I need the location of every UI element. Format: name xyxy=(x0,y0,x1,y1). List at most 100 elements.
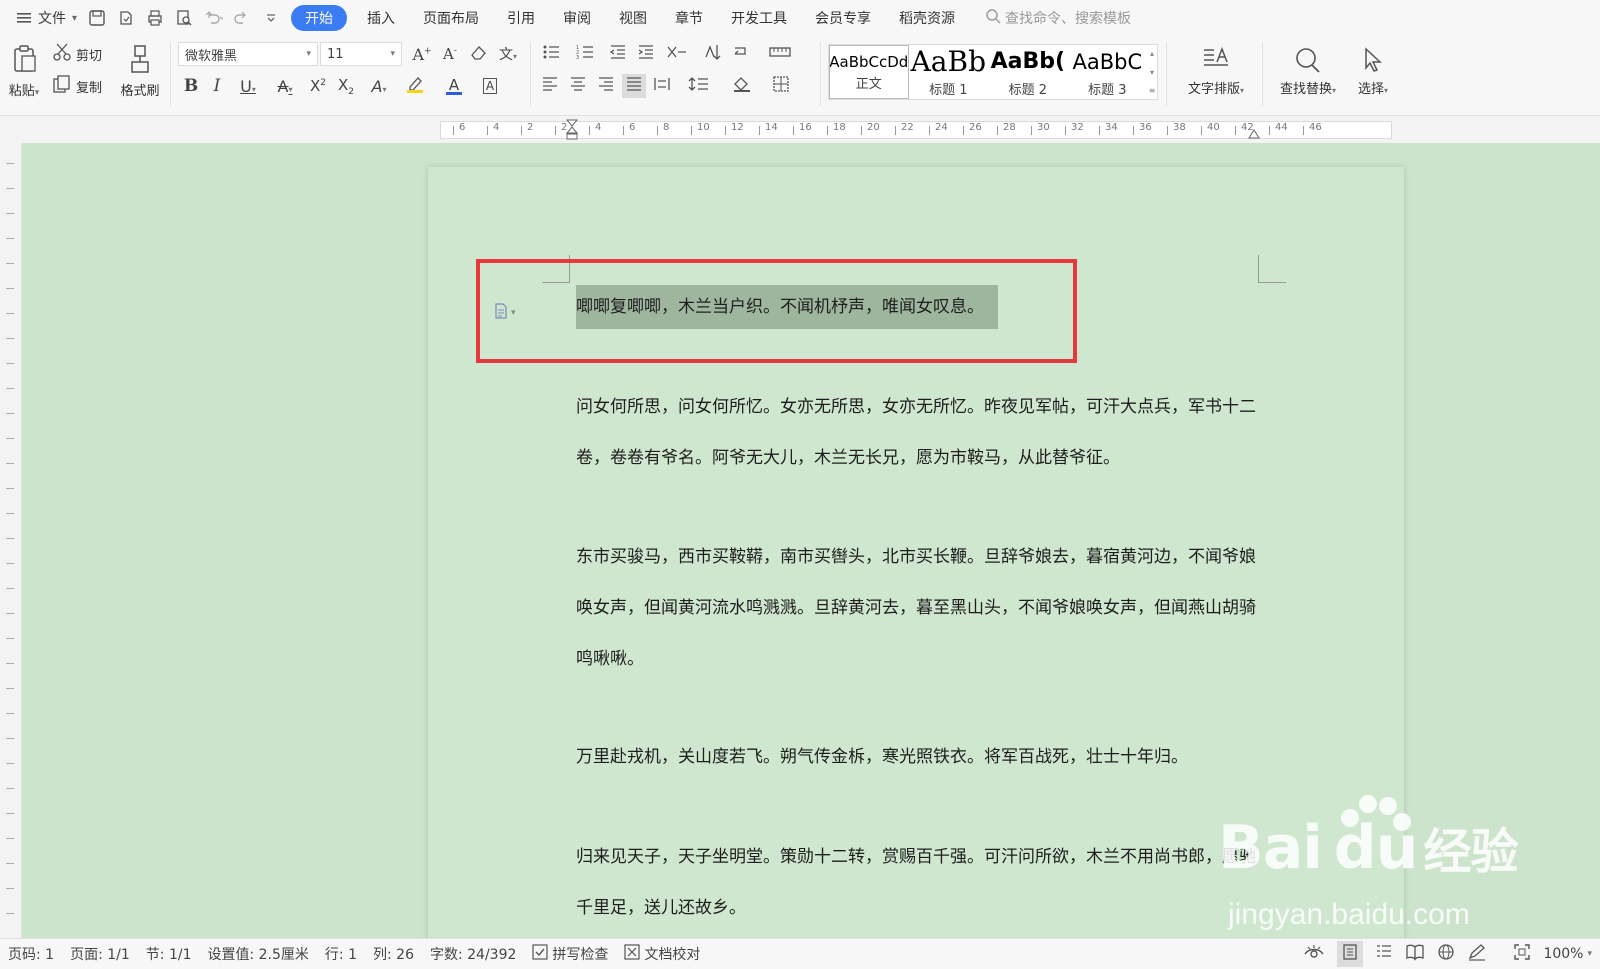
outline-view-icon[interactable] xyxy=(1375,943,1393,965)
status-column[interactable]: 列: 26 xyxy=(365,944,422,964)
style-heading-2[interactable]: AaBb( 标题 2 xyxy=(988,45,1068,99)
copy-button[interactable]: 复制 xyxy=(52,74,102,98)
numbering-button[interactable]: 123 xyxy=(572,42,602,66)
tab-home[interactable]: 开始 xyxy=(291,5,348,31)
format-painter-button[interactable]: 格式刷 xyxy=(116,40,164,102)
fit-page-icon[interactable] xyxy=(1513,943,1531,965)
customize-toolbar-icon[interactable] xyxy=(261,8,281,28)
page-view-icon[interactable] xyxy=(1337,941,1364,967)
select-button[interactable]: 选择▾ xyxy=(1350,40,1396,102)
eye-protection-icon[interactable] xyxy=(1303,942,1325,966)
watermark-url: jingyan.baidu.com xyxy=(1228,898,1470,931)
shading-button[interactable] xyxy=(728,74,758,98)
borders-button[interactable] xyxy=(766,74,796,98)
tab-review[interactable]: 审阅 xyxy=(549,5,605,31)
cut-button[interactable]: 剪切 xyxy=(52,42,102,66)
style-heading-1[interactable]: AaBb 标题 1 xyxy=(909,45,989,99)
ruler-tick-mark xyxy=(827,126,828,135)
ruler-tick-mark xyxy=(793,126,794,135)
subscript-button[interactable]: X2 xyxy=(334,74,358,98)
save-icon[interactable] xyxy=(87,8,107,28)
font-color-icon: A xyxy=(446,77,462,95)
status-line[interactable]: 行: 1 xyxy=(317,944,365,964)
zoom-value: 100% xyxy=(1543,946,1584,962)
align-left-button[interactable] xyxy=(538,74,562,98)
tab-references[interactable]: 引用 xyxy=(493,5,549,31)
font-color-button[interactable]: A xyxy=(438,74,470,98)
font-size-select[interactable]: 11 ▾ xyxy=(320,42,402,66)
decrease-indent-button[interactable] xyxy=(606,42,630,66)
chinese-layout-button[interactable] xyxy=(662,42,692,66)
web-view-icon[interactable] xyxy=(1437,943,1455,965)
print-preview-icon[interactable] xyxy=(174,8,194,28)
right-indent-marker[interactable] xyxy=(1248,127,1260,139)
doc-proofread-button[interactable]: 文档校对 xyxy=(616,944,708,964)
bold-button[interactable]: B xyxy=(180,74,202,98)
tab-docer[interactable]: 稻壳资源 xyxy=(885,5,969,31)
align-center-icon xyxy=(569,76,587,96)
status-section[interactable]: 节: 1/1 xyxy=(138,944,200,964)
status-word-count[interactable]: 字数: 24/392 xyxy=(422,944,524,964)
shrink-font-button[interactable]: A- xyxy=(438,42,462,66)
status-bar: 页码: 1 页面: 1/1 节: 1/1 设置值: 2.5厘米 行: 1 列: … xyxy=(0,938,1600,969)
status-setting[interactable]: 设置值: 2.5厘米 xyxy=(199,944,316,964)
align-right-button[interactable] xyxy=(594,74,618,98)
find-replace-button[interactable]: 查找替换▾ xyxy=(1270,40,1346,102)
sort-button[interactable] xyxy=(700,42,724,66)
char-border-button[interactable]: A xyxy=(478,74,502,98)
paragraph-5[interactable]: 归来见天子，天子坐明堂。策勋十二转，赏赐百千强。可汗问所欲，木兰不用尚书郎，愿驰… xyxy=(576,832,1266,934)
undo-icon[interactable] xyxy=(203,8,224,28)
italic-button[interactable]: I xyxy=(206,74,228,98)
bullets-button[interactable] xyxy=(538,42,568,66)
style-preview: AaBb( xyxy=(990,48,1066,74)
paste-button[interactable]: 粘贴▾ xyxy=(4,40,44,102)
command-search[interactable]: 查找命令、搜索模板 xyxy=(985,8,1131,28)
paragraph-3[interactable]: 东市买骏马，西市买鞍鞯，南市买辔头，北市买长鞭。旦辞爷娘去，暮宿黄河边，不闻爷娘… xyxy=(576,532,1266,685)
export-pdf-icon[interactable] xyxy=(116,8,136,28)
text-effect-button[interactable]: A▾ xyxy=(364,74,394,98)
line-spacing-button[interactable] xyxy=(684,74,716,98)
text-layout-button[interactable]: 文字排版▾ xyxy=(1178,40,1254,102)
zoom-level[interactable]: 100% ▾ xyxy=(1543,946,1592,962)
file-menu[interactable]: 文件 ▾ xyxy=(8,6,83,30)
horizontal-ruler[interactable]: 6 4 2 2 4 6 8 10 12 14 16 18 20 22 24 26 28 30 32 34 36 38 40 4… xyxy=(0,117,1600,143)
tab-view[interactable]: 视图 xyxy=(605,5,661,31)
indent-marker[interactable] xyxy=(565,119,579,141)
pen-mode-icon[interactable] xyxy=(1467,943,1487,965)
print-icon[interactable] xyxy=(145,8,165,28)
vertical-ruler[interactable] xyxy=(0,143,22,939)
strikethrough-button[interactable]: A▾ xyxy=(270,74,300,98)
style-heading-3[interactable]: AaBbC 标题 3 xyxy=(1068,45,1148,99)
superscript-button[interactable]: X2 xyxy=(306,74,330,98)
redo-icon[interactable] xyxy=(232,8,252,28)
align-center-button[interactable] xyxy=(566,74,590,98)
phonetic-guide-button[interactable]: 文▾ xyxy=(494,42,522,66)
tab-insert[interactable]: 插入 xyxy=(353,5,409,31)
style-name: 标题 2 xyxy=(1008,82,1047,98)
style-normal[interactable]: AaBbCcDd 正文 xyxy=(829,45,909,99)
paragraph-2[interactable]: 问女何所思，问女何所忆。女亦无所思，女亦无所忆。昨夜见军帖，可汗大点兵，军书十二… xyxy=(576,382,1266,484)
paragraph-4[interactable]: 万里赴戎机，关山度若飞。朔气传金柝，寒光照铁衣。将军百战死，壮士十年归。 xyxy=(576,732,1266,783)
tab-member[interactable]: 会员专享 xyxy=(801,5,885,31)
tab-developer[interactable]: 开发工具 xyxy=(717,5,801,31)
clear-format-button[interactable] xyxy=(466,42,490,66)
font-name-select[interactable]: 微软雅黑 ▾ xyxy=(178,42,318,66)
highlight-button[interactable] xyxy=(400,74,432,98)
tab-chapter[interactable]: 章节 xyxy=(661,5,717,31)
ruler-tick-mark xyxy=(1201,126,1202,135)
reading-view-icon[interactable] xyxy=(1405,943,1425,965)
show-marks-button[interactable] xyxy=(728,42,758,66)
vruler-tick-mark xyxy=(6,413,14,414)
status-page-number[interactable]: 页码: 1 xyxy=(0,944,62,964)
underline-button[interactable]: U▾ xyxy=(232,74,264,98)
justify-button[interactable] xyxy=(622,74,646,98)
tab-page-layout[interactable]: 页面布局 xyxy=(409,5,493,31)
styles-scroll[interactable]: ▴ ▾ ≡ xyxy=(1147,45,1157,99)
status-pages[interactable]: 页面: 1/1 xyxy=(62,944,138,964)
increase-indent-button[interactable] xyxy=(634,42,658,66)
distribute-button[interactable] xyxy=(650,74,674,98)
spell-check-toggle[interactable]: 拼写检查 xyxy=(524,944,616,964)
style-preview: AaBb xyxy=(910,45,986,78)
tab-stops-button[interactable] xyxy=(766,42,794,66)
grow-font-button[interactable]: A+ xyxy=(410,42,434,66)
